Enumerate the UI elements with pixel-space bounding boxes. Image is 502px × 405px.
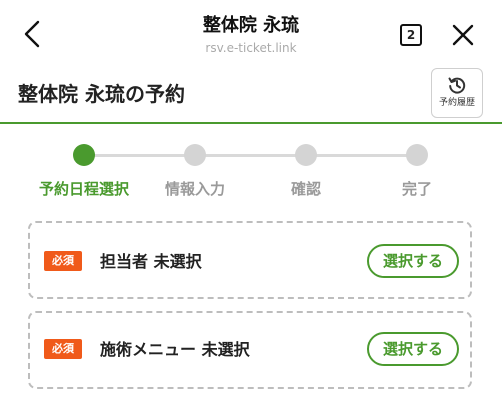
select-menu-button[interactable]: 選択する [367,332,459,366]
page-header: 整体院 永琉の予約 予約履歴 [0,62,502,124]
menu-selection-card: 必須 施術メニュー 未選択 選択する [28,311,472,389]
step-connector [84,154,194,157]
progress-stepper: 予約日程選択 情報入力 確認 完了 [0,124,502,214]
browser-title-block: 整体院 永琉 rsv.e-ticket.link [120,14,382,56]
step-dot-confirm [295,144,317,166]
select-staff-button[interactable]: 選択する [367,244,459,278]
tab-count-button[interactable]: 2 [400,24,422,46]
step-connector [306,154,416,157]
chevron-left-icon [24,20,40,48]
page-title: 整体院 永琉の予約 [18,82,185,106]
step-dot-info [184,144,206,166]
history-icon [448,77,466,94]
required-badge: 必須 [44,339,82,359]
close-icon [452,24,474,46]
required-badge: 必須 [44,251,82,271]
reservation-history-button[interactable]: 予約履歴 [431,68,483,118]
staff-selection-label: 担当者 未選択 [100,252,202,271]
step-label-complete: 完了 [401,180,432,198]
step-dot-schedule [73,144,95,166]
menu-selection-label: 施術メニュー 未選択 [100,340,250,359]
site-url: rsv.e-ticket.link [205,41,297,55]
back-button[interactable] [18,16,46,52]
history-label: 予約履歴 [438,98,475,108]
step-connector [194,154,306,157]
step-label-info: 情報入力 [164,180,225,198]
site-title: 整体院 永琉 [202,15,300,36]
close-button[interactable] [448,20,478,50]
step-dot-complete [406,144,428,166]
step-label-schedule: 予約日程選択 [38,180,129,198]
step-label-confirm: 確認 [290,180,321,198]
staff-selection-card: 必須 担当者 未選択 選択する [28,221,472,299]
browser-toolbar: 整体院 永琉 rsv.e-ticket.link 2 [0,0,502,62]
